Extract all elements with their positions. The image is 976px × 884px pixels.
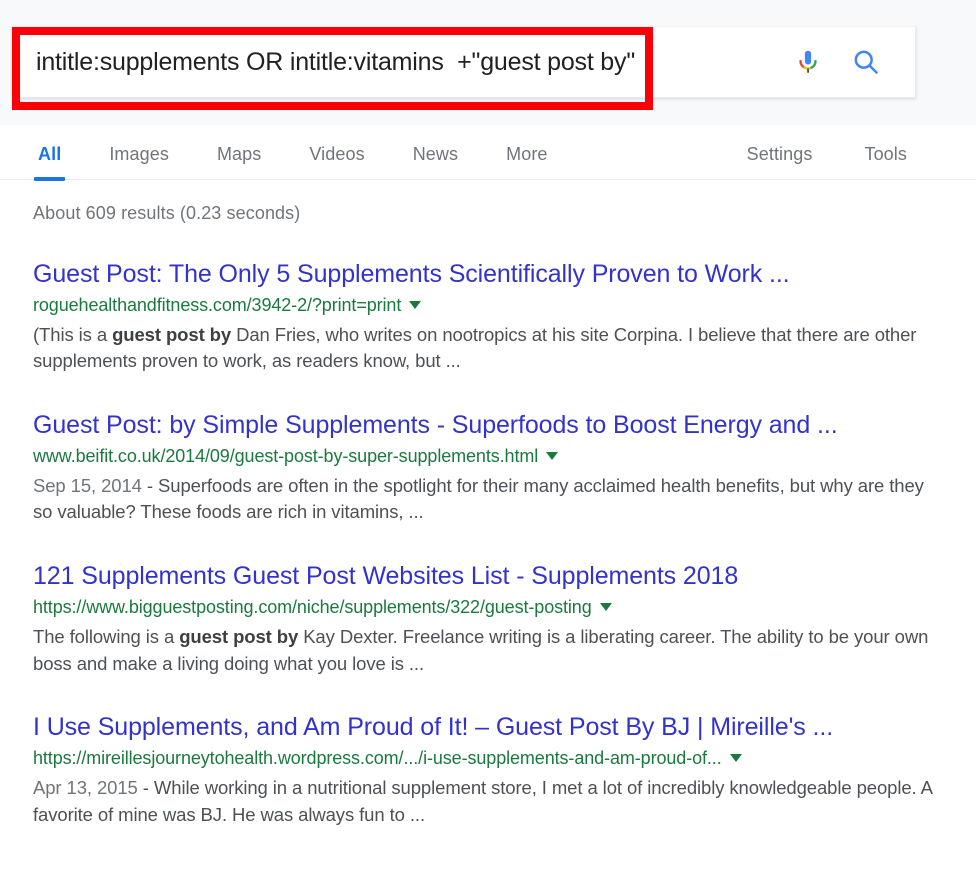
settings-button[interactable]: Settings xyxy=(721,125,839,180)
tab-maps[interactable]: Maps xyxy=(193,125,285,180)
microphone-icon[interactable] xyxy=(793,45,823,79)
search-magnifier-icon[interactable] xyxy=(851,45,881,79)
nav-right-actions: Settings Tools xyxy=(721,125,976,180)
result-snippet: Sep 15, 2014 - Superfoods are often in t… xyxy=(33,473,943,527)
result-url[interactable]: roguehealthandfitness.com/3942-2/?print=… xyxy=(33,295,401,316)
snippet-date: Apr 13, 2015 xyxy=(33,776,138,798)
tab-news[interactable]: News xyxy=(389,125,482,180)
result-url[interactable]: https://www.bigguestposting.com/niche/su… xyxy=(33,597,592,618)
search-box[interactable] xyxy=(12,27,916,98)
tab-videos[interactable]: Videos xyxy=(285,125,388,180)
result-title-link[interactable]: I Use Supplements, and Am Proud of It! –… xyxy=(33,713,943,743)
result-url[interactable]: www.beifit.co.uk/2014/09/guest-post-by-s… xyxy=(33,446,538,467)
search-result-item: Guest Post: by Simple Supplements - Supe… xyxy=(33,375,943,526)
search-result-item: I Use Supplements, and Am Proud of It! –… xyxy=(33,677,943,828)
search-results: About 609 results (0.23 seconds) Guest P… xyxy=(0,180,976,829)
tab-more[interactable]: More xyxy=(482,125,571,180)
search-nav-bar: All Images Maps Videos News More Setting… xyxy=(0,125,976,181)
snippet-pre: (This is a xyxy=(33,323,113,345)
result-snippet: Apr 13, 2015 - While working in a nutrit… xyxy=(33,775,943,829)
snippet-pre: - While working in a nutritional supplem… xyxy=(33,776,932,825)
search-result-item: Guest Post: The Only 5 Supplements Scien… xyxy=(33,224,943,375)
nav-tabs: All Images Maps Videos News More xyxy=(14,125,572,181)
result-title-link[interactable]: Guest Post: The Only 5 Supplements Scien… xyxy=(33,260,943,290)
result-snippet: The following is a guest post by Kay Dex… xyxy=(33,624,943,678)
tools-button[interactable]: Tools xyxy=(838,125,933,180)
result-url-row: https://www.bigguestposting.com/niche/su… xyxy=(33,597,943,618)
search-input[interactable] xyxy=(13,42,793,82)
result-snippet: (This is a guest post by Dan Fries, who … xyxy=(33,322,943,376)
tab-all[interactable]: All xyxy=(14,125,85,181)
snippet-date: Sep 15, 2014 xyxy=(33,474,142,496)
snippet-pre: The following is a xyxy=(33,625,180,647)
result-url-row: www.beifit.co.uk/2014/09/guest-post-by-s… xyxy=(33,446,943,467)
tab-images[interactable]: Images xyxy=(85,125,193,180)
search-box-icons xyxy=(793,45,915,79)
chevron-down-icon[interactable] xyxy=(546,452,559,461)
chevron-down-icon[interactable] xyxy=(409,301,422,309)
result-stats: About 609 results (0.23 seconds) xyxy=(33,203,301,223)
snippet-pre: - Superfoods are often in the spotlight … xyxy=(33,474,924,523)
snippet-bold: guest post by xyxy=(179,625,299,647)
snippet-bold: guest post by xyxy=(112,323,232,345)
chevron-down-icon[interactable] xyxy=(599,603,612,612)
result-url-row: roguehealthandfitness.com/3942-2/?print=… xyxy=(33,295,943,316)
chevron-down-icon[interactable] xyxy=(729,754,742,763)
result-title-link[interactable]: Guest Post: by Simple Supplements - Supe… xyxy=(33,411,943,441)
result-url-row: https://mireillesjourneytohealth.wordpre… xyxy=(33,748,943,769)
result-title-link[interactable]: 121 Supplements Guest Post Websites List… xyxy=(33,562,943,592)
search-header xyxy=(0,0,976,125)
result-url[interactable]: https://mireillesjourneytohealth.wordpre… xyxy=(33,748,722,769)
search-result-item: 121 Supplements Guest Post Websites List… xyxy=(33,526,943,677)
